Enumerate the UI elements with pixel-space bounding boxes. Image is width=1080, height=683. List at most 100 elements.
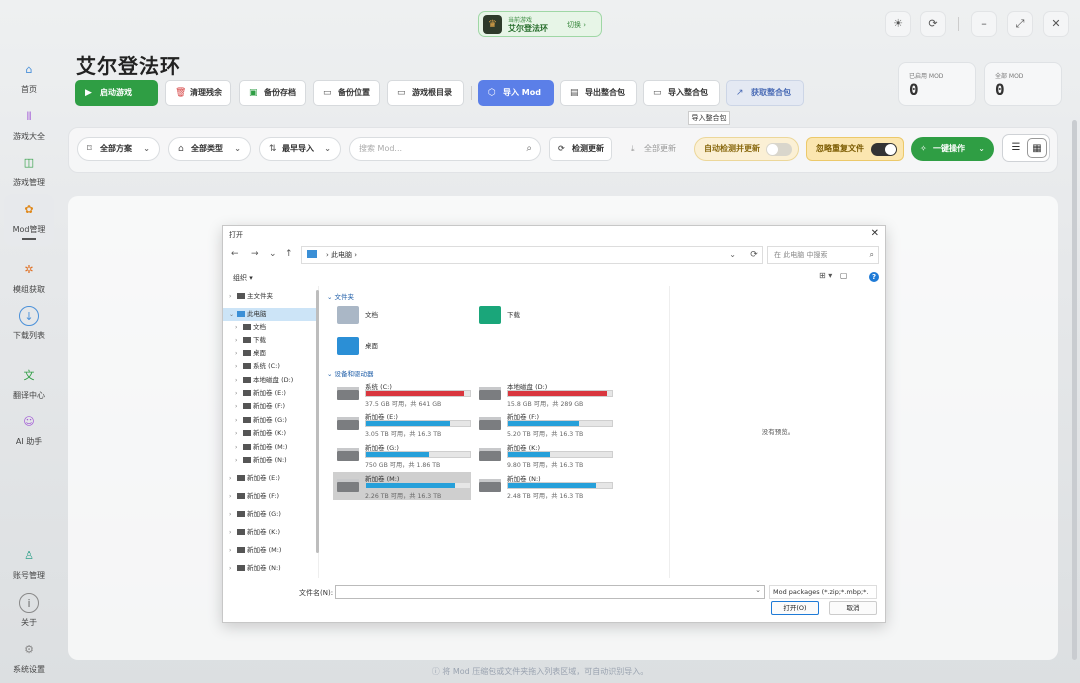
launch-game-button[interactable]: ▶ 启动游戏 bbox=[75, 80, 158, 106]
sidebar-item-account[interactable]: ♙ 账号管理 bbox=[4, 546, 54, 581]
expand-chevron-icon[interactable]: › bbox=[229, 490, 231, 503]
backup-location-button[interactable]: ▭ 备份位置 bbox=[313, 80, 380, 106]
expand-chevron-icon[interactable]: › bbox=[235, 454, 237, 467]
current-game-chip[interactable]: ♛ 当前游戏 艾尔登法环 切换 › bbox=[478, 11, 602, 37]
scrollbar[interactable] bbox=[1072, 120, 1077, 660]
drive-tile[interactable]: 系统 (C:) 37.5 GB 可用，共 641 GB bbox=[333, 380, 471, 408]
expand-chevron-icon[interactable]: › bbox=[235, 414, 237, 427]
forward-icon[interactable]: → bbox=[251, 249, 259, 259]
cancel-button[interactable]: 取消 bbox=[829, 601, 877, 615]
tree-item[interactable]: › 文档 bbox=[223, 321, 317, 334]
chevron-down-icon[interactable]: ⌄ bbox=[755, 586, 761, 594]
file-type-select[interactable]: Mod packages (*.zip;*.mbp;*. bbox=[769, 585, 877, 599]
tree-item[interactable]: › 新加卷 (G:) bbox=[223, 414, 317, 427]
one-click-action-button[interactable]: ✧ 一键操作 ⌄ bbox=[911, 137, 994, 161]
folders-section-header[interactable]: ⌄ 文件夹 bbox=[327, 291, 354, 301]
expand-chevron-icon[interactable]: ⌄ bbox=[229, 308, 234, 321]
tree-item[interactable]: › 新加卷 (G:) bbox=[223, 508, 317, 521]
minimize-button[interactable]: – bbox=[971, 11, 997, 37]
expand-chevron-icon[interactable]: › bbox=[235, 427, 237, 440]
mod-search-input[interactable]: 搜索 Mod... ⌕ bbox=[349, 137, 541, 161]
expand-chevron-icon[interactable]: › bbox=[235, 441, 237, 454]
ignore-duplicates-toggle[interactable]: 忽略重复文件 bbox=[806, 137, 904, 161]
up-icon[interactable]: ↑ bbox=[285, 249, 293, 259]
tree-item[interactable]: › 本地磁盘 (D:) bbox=[223, 374, 317, 387]
back-icon[interactable]: ← bbox=[231, 249, 239, 259]
organize-menu[interactable]: 组织 ▾ bbox=[233, 273, 253, 283]
sidebar-item-game-manage[interactable]: ◫ 游戏管理 bbox=[4, 153, 54, 188]
sort-select[interactable]: ⇅ 最早导入 ⌄ bbox=[259, 137, 341, 161]
drive-tile[interactable]: 新加卷 (N:) 2.48 TB 可用，共 16.3 TB bbox=[475, 472, 613, 500]
sidebar-item-translate[interactable]: 文翻译中心 bbox=[4, 366, 54, 401]
expand-chevron-icon[interactable]: › bbox=[235, 387, 237, 400]
tree-item[interactable]: › 新加卷 (N:) bbox=[223, 562, 317, 575]
sidebar-item-library[interactable]: ⫴ 游戏大全 bbox=[4, 107, 54, 142]
refresh-icon[interactable]: ⟳ bbox=[745, 246, 763, 264]
tree-item[interactable]: › 新加卷 (N:) bbox=[223, 454, 317, 467]
expand-chevron-icon[interactable]: › bbox=[235, 360, 237, 373]
drive-tile[interactable]: 新加卷 (K:) 9.80 TB 可用，共 16.3 TB bbox=[475, 441, 613, 469]
dialog-close-icon[interactable]: ✕ bbox=[871, 228, 879, 239]
tree-item[interactable]: › 下载 bbox=[223, 334, 317, 347]
expand-chevron-icon[interactable]: › bbox=[229, 562, 231, 575]
sidebar-item-downloads[interactable]: ↓ 下载列表 bbox=[4, 306, 54, 341]
drive-tile[interactable]: 本地磁盘 (D:) 15.8 GB 可用，共 289 GB bbox=[475, 380, 613, 408]
game-root-button[interactable]: ▭ 游戏根目录 bbox=[387, 80, 464, 106]
list-view-icon[interactable]: ☰ bbox=[1006, 138, 1026, 158]
expand-chevron-icon[interactable]: › bbox=[235, 374, 237, 387]
sidebar-item-mod-fetch[interactable]: ✲ 模组获取 bbox=[4, 260, 54, 295]
maximize-button[interactable]: ⤢ bbox=[1007, 11, 1033, 37]
tree-item[interactable]: › 新加卷 (E:) bbox=[223, 387, 317, 400]
tree-item[interactable]: › 新加卷 (K:) bbox=[223, 427, 317, 440]
expand-chevron-icon[interactable]: › bbox=[235, 321, 237, 334]
sidebar-item-mod-manage[interactable]: ✿ Mod管理 bbox=[4, 194, 54, 246]
reload-button[interactable]: ⟳ bbox=[920, 11, 946, 37]
tree-item[interactable]: › 桌面 bbox=[223, 347, 317, 360]
drive-tile[interactable]: 新加卷 (F:) 5.20 TB 可用，共 16.3 TB bbox=[475, 410, 613, 438]
switch-game-link[interactable]: 切换 › bbox=[567, 20, 586, 30]
tree-item[interactable]: › 新加卷 (F:) bbox=[223, 400, 317, 413]
import-mod-button[interactable]: ⬡ 导入 Mod bbox=[478, 80, 554, 106]
expand-chevron-icon[interactable]: › bbox=[229, 472, 231, 485]
export-pack-button[interactable]: ▤ 导出整合包 bbox=[560, 80, 637, 106]
update-all-button[interactable]: ⤓ 全部更新 bbox=[628, 137, 688, 161]
import-pack-button[interactable]: ▭ 导入整合包 bbox=[643, 80, 720, 106]
expand-chevron-icon[interactable]: › bbox=[235, 347, 237, 360]
dialog-search-input[interactable]: 在 此电脑 中搜索 ⌕ bbox=[767, 246, 879, 264]
drive-tile[interactable]: 新加卷 (G:) 750 GB 可用，共 1.86 TB bbox=[333, 441, 471, 469]
sidebar-item-about[interactable]: i 关于 bbox=[4, 593, 54, 628]
tree-scrollbar[interactable] bbox=[316, 290, 319, 553]
type-filter[interactable]: ⌂ 全部类型 ⌄ bbox=[168, 137, 251, 161]
sidebar-item-ai[interactable]: ☺ AI 助手 bbox=[4, 412, 54, 447]
filename-input[interactable]: ⌄ bbox=[335, 585, 765, 599]
auto-update-toggle[interactable]: 自动检测并更新 bbox=[694, 137, 799, 161]
drive-tile[interactable]: 新加卷 (M:) 2.26 TB 可用，共 16.3 TB bbox=[333, 472, 471, 500]
expand-chevron-icon[interactable]: › bbox=[235, 400, 237, 413]
view-options-icon[interactable]: ⊞ ▾ ▢ bbox=[819, 271, 847, 280]
toggle-switch-on[interactable] bbox=[871, 143, 897, 156]
expand-chevron-icon[interactable]: › bbox=[229, 290, 231, 303]
drive-tile[interactable]: 新加卷 (E:) 3.05 TB 可用，共 16.3 TB bbox=[333, 410, 471, 438]
history-chevron-icon[interactable]: ⌄ bbox=[269, 249, 277, 259]
sidebar-item-home[interactable]: ⌂ 首页 bbox=[4, 60, 54, 95]
chevron-down-icon[interactable]: ⌄ bbox=[729, 247, 736, 263]
expand-chevron-icon[interactable]: › bbox=[229, 544, 231, 557]
grid-view-icon[interactable]: ▦ bbox=[1027, 138, 1047, 158]
drives-section-header[interactable]: ⌄ 设备和驱动器 bbox=[327, 368, 374, 378]
expand-chevron-icon[interactable]: › bbox=[229, 508, 231, 521]
backup-save-button[interactable]: ▣ 备份存档 bbox=[239, 80, 306, 106]
tree-item[interactable]: › 新加卷 (M:) bbox=[223, 544, 317, 557]
tree-item[interactable]: › 新加卷 (K:) bbox=[223, 526, 317, 539]
tree-item[interactable]: ⌄ 此电脑 bbox=[223, 308, 317, 321]
expand-chevron-icon[interactable]: › bbox=[235, 334, 237, 347]
tree-item[interactable]: › 新加卷 (M:) bbox=[223, 441, 317, 454]
scheme-filter[interactable]: ⌑ 全部方案 ⌄ bbox=[77, 137, 160, 161]
close-button[interactable]: ✕ bbox=[1043, 11, 1069, 37]
toggle-switch-off[interactable] bbox=[766, 143, 792, 156]
address-bar[interactable]: › 此电脑 › ⌄ bbox=[301, 246, 763, 264]
tree-item[interactable]: › 新加卷 (E:) bbox=[223, 472, 317, 485]
check-update-button[interactable]: ⟳ 检测更新 bbox=[549, 137, 612, 161]
help-icon[interactable]: ? bbox=[869, 272, 879, 282]
theme-toggle-button[interactable]: ☀ bbox=[885, 11, 911, 37]
get-pack-button[interactable]: ↗ 获取整合包 bbox=[726, 80, 804, 106]
